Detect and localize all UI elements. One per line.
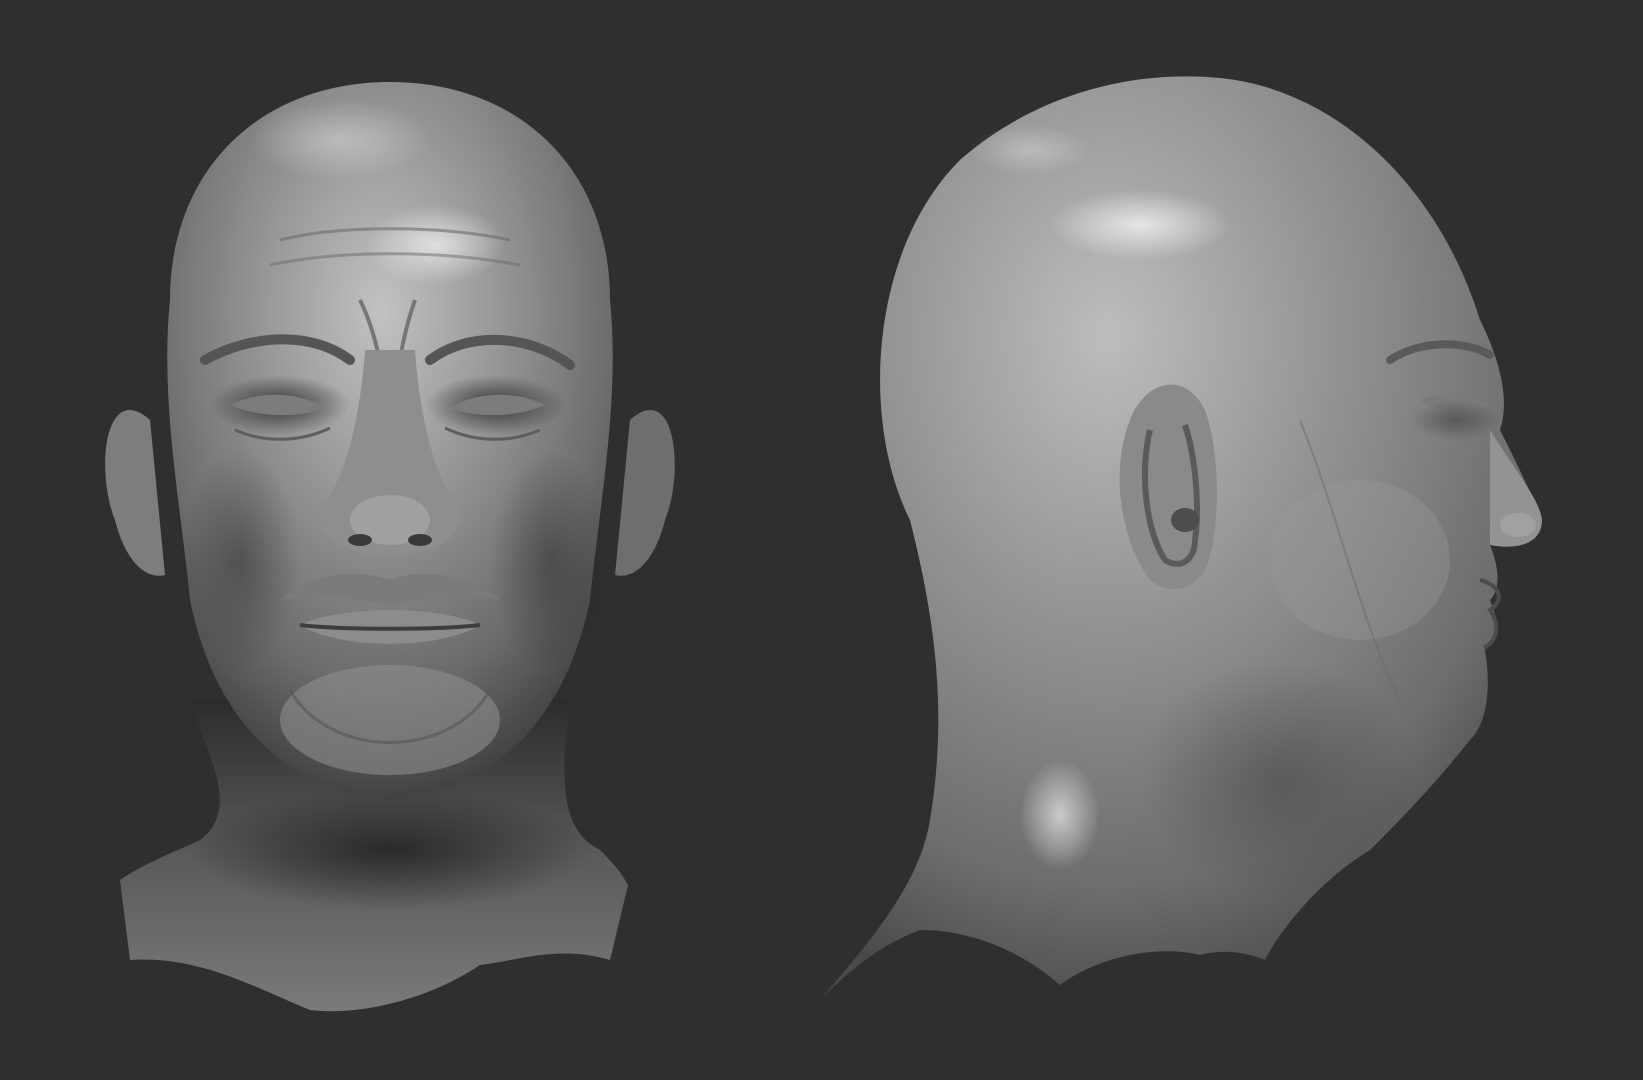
- front-view: [90, 0, 690, 1080]
- sculpt-canvas: [0, 0, 1643, 1080]
- right-ear: [615, 410, 675, 576]
- front-head-render: [105, 82, 675, 1012]
- left-ear: [105, 410, 165, 576]
- side-view: [800, 0, 1620, 1080]
- side-head-render: [820, 76, 1542, 1001]
